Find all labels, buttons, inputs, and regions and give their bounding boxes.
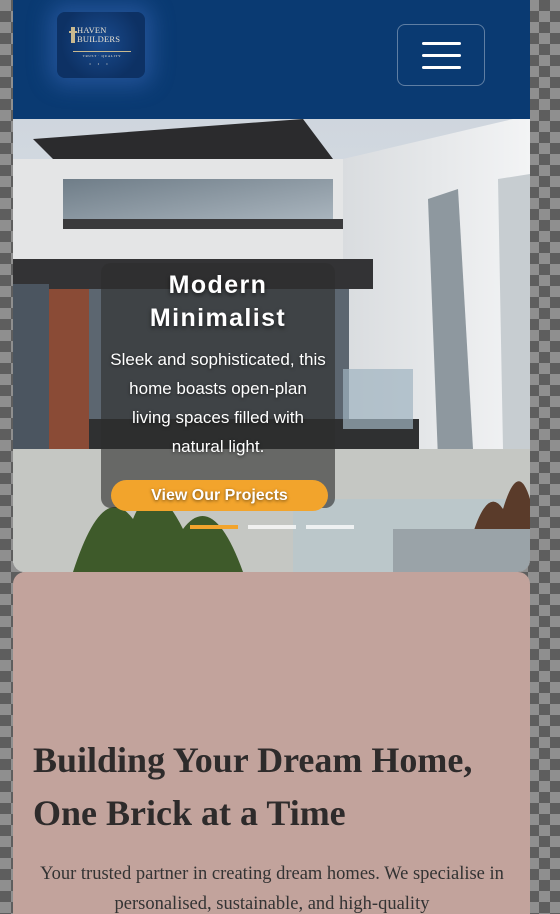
logo-emblem-icon [69,27,77,43]
logo-divider [73,51,131,52]
slide-title: Modern Minimalist [149,271,287,332]
slide-caption: Modern Minimalist Sleek and sophisticate… [101,263,335,508]
slide-description: Sleek and sophisticated, this home boast… [110,350,326,456]
carousel-indicator-1[interactable] [190,525,238,529]
navbar: HAVEN BUILDERS TRUST · QUALITY ••• [13,0,530,119]
brand-logo[interactable]: HAVEN BUILDERS TRUST · QUALITY ••• [57,12,145,78]
about-section: Building Your Dream Home, One Brick at a… [13,572,530,914]
carousel-indicators [190,525,370,530]
logo-name-line2: BUILDERS [77,34,121,44]
view-projects-button[interactable]: View Our Projects [111,480,328,511]
carousel-indicator-2[interactable] [248,525,296,529]
about-heading: Building Your Dream Home, One Brick at a… [33,740,473,833]
hero-carousel: Modern Minimalist Sleek and sophisticate… [13,119,530,572]
logo-wordmark: HAVEN BUILDERS [77,26,135,44]
page-frame: HAVEN BUILDERS TRUST · QUALITY ••• Moder… [13,0,530,914]
hamburger-menu-icon [422,54,461,57]
logo-dots: ••• [89,61,115,66]
hamburger-menu-icon [422,42,461,45]
logo-tagline: TRUST · QUALITY [82,54,122,58]
carousel-indicator-3[interactable] [306,525,354,529]
about-text: Your trusted partner in creating dream h… [40,864,504,914]
hamburger-menu-icon [422,66,461,69]
menu-toggle-button[interactable] [397,24,485,86]
